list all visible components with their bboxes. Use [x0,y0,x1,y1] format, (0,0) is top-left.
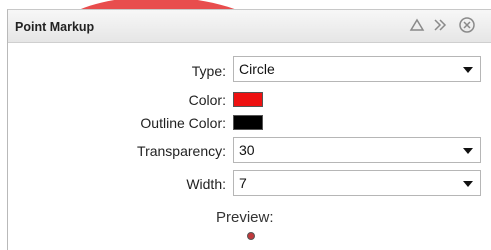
chevron-down-icon [463,67,473,73]
preview-label: Preview: [216,209,274,226]
color-swatch[interactable] [233,92,263,107]
preview-point-marker [247,232,255,240]
type-select[interactable]: Circle [233,56,481,82]
up-triangle-icon[interactable] [408,16,426,34]
outline-color-swatch[interactable] [233,115,263,130]
width-select[interactable]: 7 [233,170,481,196]
type-select-value: Circle [239,61,275,77]
close-circle-icon[interactable] [458,16,476,34]
panel-title: Point Markup [15,20,95,34]
chevron-down-icon [463,181,473,187]
point-markup-panel: Point Markup Type: Circle Color: Outline… [7,9,491,250]
outline-color-label: Outline Color: [140,115,226,131]
width-select-value: 7 [239,175,247,191]
type-label: Type: [191,63,226,79]
transparency-select[interactable]: 30 [233,137,481,163]
chevron-down-icon [463,148,473,154]
width-label: Width: [186,176,226,192]
color-label: Color: [188,92,226,108]
panel-header: Point Markup [8,10,491,43]
transparency-select-value: 30 [239,142,255,158]
double-chevron-right-icon[interactable] [432,16,450,34]
transparency-label: Transparency: [137,143,226,159]
